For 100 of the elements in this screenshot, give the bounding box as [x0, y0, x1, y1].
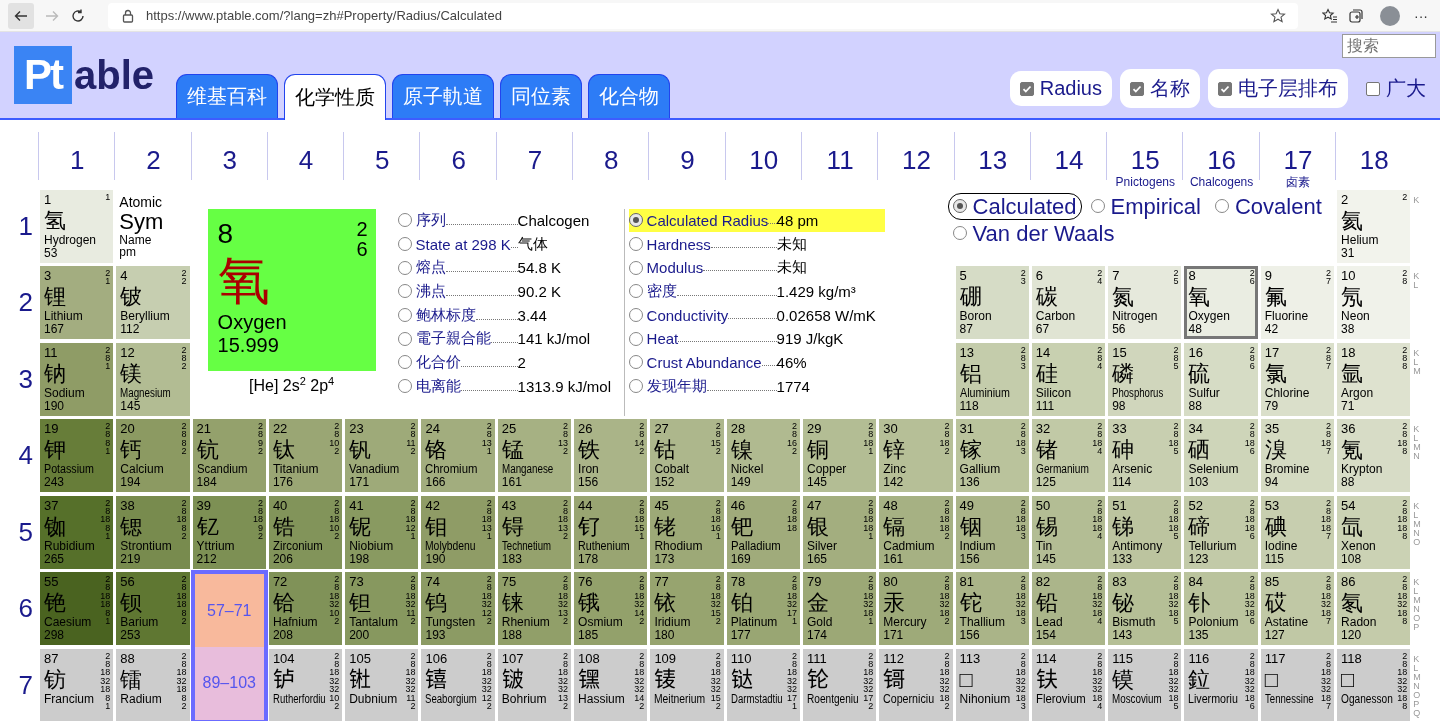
element-tile[interactable]: 19 钾 Potassium 243 2 8 8 1 [40, 419, 114, 492]
property-label[interactable]: 发现年期 [646, 376, 707, 396]
element-tile[interactable]: 32 锗 Germanium 125 2 8 18 4 [1031, 419, 1106, 492]
reload-icon[interactable] [70, 7, 86, 24]
radio-button[interactable] [397, 379, 412, 394]
checkbox[interactable] [1130, 81, 1144, 96]
radius-type-option[interactable]: Empirical [1085, 192, 1206, 220]
property-row[interactable]: 电离能 1313.9 kJ/mol [397, 374, 620, 398]
property-row[interactable]: Crust Abundance 46% [628, 350, 885, 375]
radio-button[interactable] [628, 355, 643, 370]
element-tile[interactable]: 82 铅 Lead 154 2 8 18 32 18 4 [1031, 572, 1106, 645]
checkbox[interactable] [1019, 81, 1034, 96]
element-tile[interactable]: 52 碲 Tellurium 123 2 8 18 18 6 [1184, 495, 1258, 569]
property-label[interactable]: Conductivity [646, 306, 729, 324]
radius-type-option[interactable]: Calculated [947, 192, 1082, 220]
element-tile[interactable]: 20 钙 Calcium 194 2 8 8 2 [116, 419, 190, 492]
property-label[interactable]: 熔点 [415, 258, 446, 278]
back-button[interactable] [8, 2, 34, 29]
element-tile[interactable]: 22 钛 Titanium 176 2 8 10 2 [268, 419, 343, 492]
element-tile[interactable]: 33 砷 Arsenic 114 2 8 18 5 [1108, 419, 1182, 492]
radio-button[interactable] [628, 260, 643, 275]
more-button[interactable]: ··· [1410, 7, 1432, 24]
property-row[interactable]: State at 298 K 气体 [397, 232, 620, 256]
checkbox[interactable] [1366, 81, 1380, 96]
checkbox[interactable] [1218, 81, 1232, 96]
profile-avatar[interactable] [1380, 5, 1400, 26]
radio-button[interactable] [628, 379, 643, 394]
element-tile[interactable]: 30 锌 Zinc 142 2 8 18 2 [879, 419, 953, 492]
tab[interactable]: 原子軌道 [392, 74, 495, 118]
tab[interactable]: 化合物 [588, 74, 671, 118]
element-tile[interactable]: 26 铁 Iron 156 2 8 14 2 [574, 419, 648, 492]
element-tile[interactable]: 4 铍 Beryllium 112 2 2 [116, 266, 190, 339]
radio-button[interactable] [628, 308, 643, 323]
property-label[interactable]: 鲍林标度 [415, 305, 476, 325]
radio-button[interactable] [397, 355, 412, 370]
radio-button[interactable] [397, 331, 412, 346]
element-tile[interactable]: 1 氢 Hydrogen 53 1 [40, 189, 114, 263]
search-field[interactable]: 搜索 [1342, 34, 1436, 58]
element-tile[interactable]: 83 铋 Bismuth 143 2 8 18 32 18 5 [1108, 572, 1182, 645]
property-label[interactable]: Calculated Radius [646, 211, 769, 229]
element-tile[interactable]: 13 铝 Aluminium 118 2 8 3 [955, 342, 1029, 416]
element-tile[interactable]: 7 氮 Nitrogen 56 2 5 [1108, 266, 1182, 339]
element-tile[interactable]: 14 硅 Silicon 111 2 8 4 [1031, 342, 1106, 416]
tab[interactable]: 同位素 [500, 74, 583, 118]
property-row[interactable]: 熔点 54.8 K [397, 255, 620, 280]
element-tile[interactable]: 10 氖 Neon 38 2 8 [1337, 266, 1411, 339]
element-tile[interactable]: 12 镁 Magnesium 145 2 8 2 [116, 342, 190, 416]
property-row[interactable]: Heat 919 J/kgK [628, 326, 885, 351]
radio-button[interactable] [952, 199, 967, 213]
radio-button[interactable] [628, 237, 643, 252]
element-tile[interactable]: 31 镓 Gallium 136 2 8 18 3 [955, 419, 1029, 492]
element-tile[interactable]: 34 硒 Selenium 103 2 8 18 6 [1184, 419, 1258, 492]
radio-button[interactable] [397, 308, 412, 323]
tab[interactable]: 化学性质 [284, 74, 387, 120]
element-tile[interactable]: 27 钴 Cobalt 152 2 8 15 2 [650, 419, 724, 492]
element-tile[interactable]: 43 锝 Technetium 183 2 8 18 13 2 [497, 495, 572, 569]
radio-button[interactable] [397, 213, 412, 228]
logo-mark[interactable]: Pt [14, 46, 72, 104]
checkbox-option[interactable]: Radius [1009, 71, 1112, 106]
element-tile[interactable]: 37 铷 Rubidium 265 2 8 18 8 1 [40, 495, 114, 569]
favorites-icon[interactable] [1322, 7, 1338, 24]
radio-button[interactable] [397, 237, 412, 252]
property-row[interactable]: 沸点 90.2 K [397, 279, 620, 304]
property-label[interactable]: Heat [646, 330, 679, 348]
element-tile[interactable]: 88 镭 Radium 2 8 18 32 18 8 2 [116, 648, 190, 721]
property-row[interactable]: 发现年期 1774 [628, 374, 885, 398]
element-tile[interactable]: 24 铬 Chromium 166 2 8 13 1 [421, 419, 495, 492]
element-tile[interactable]: 50 锡 Tin 145 2 8 18 18 4 [1031, 495, 1106, 569]
property-label[interactable]: 电离能 [415, 376, 461, 396]
property-label[interactable]: State at 298 K [415, 235, 511, 253]
tab[interactable]: 维基百科 [176, 74, 279, 118]
element-tile[interactable]: 21 钪 Scandium 184 2 8 9 2 [192, 419, 266, 492]
radio-button[interactable] [628, 284, 643, 299]
element-tile[interactable]: 38 锶 Strontium 219 2 8 18 8 2 [116, 495, 190, 569]
element-tile[interactable]: 56 钡 Barium 253 2 8 18 18 8 2 [116, 572, 190, 645]
element-tile[interactable]: 51 锑 Antimony 133 2 8 18 18 5 [1108, 495, 1182, 569]
element-tile[interactable]: 54 氙 Xenon 108 2 8 18 18 8 [1337, 495, 1411, 569]
property-row[interactable]: Modulus 未知 [628, 255, 885, 280]
element-tile[interactable]: 39 钇 Yttrium 212 2 8 18 9 2 [192, 495, 266, 569]
element-tile[interactable]: 42 钼 Molybdenu 190 2 8 18 13 1 [421, 495, 495, 569]
element-tile[interactable]: 15 磷 Phosphorus 98 2 8 5 [1108, 342, 1182, 416]
element-tile[interactable]: 11 钠 Sodium 190 2 8 1 [40, 342, 114, 416]
element-tile[interactable]: 48 镉 Cadmium 161 2 8 18 18 2 [879, 495, 953, 569]
element-tile[interactable]: 86 氡 Radon 120 2 8 18 32 18 8 [1337, 572, 1411, 645]
element-tile[interactable]: 2 氦 Helium 31 2 [1337, 189, 1411, 263]
element-tile[interactable]: 41 铌 Niobium 198 2 8 18 12 1 [345, 495, 419, 569]
element-tile[interactable]: 28 镍 Nickel 149 2 8 16 2 [726, 419, 800, 492]
property-row[interactable]: 密度 1.429 kg/m³ [628, 279, 885, 304]
logo-text[interactable]: able [74, 53, 155, 98]
element-tile[interactable]: 81 铊 Thallium 156 2 8 18 32 18 3 [955, 572, 1029, 645]
radio-button[interactable] [1215, 199, 1229, 213]
element-tile[interactable]: 6 碳 Carbon 67 2 4 [1031, 266, 1106, 339]
star-icon[interactable] [1270, 7, 1286, 24]
property-label[interactable]: Hardness [646, 235, 711, 253]
element-tile[interactable]: 5 硼 Boron 87 2 3 [955, 266, 1029, 339]
radius-type-option[interactable]: Van der Waals [947, 219, 1120, 247]
property-label[interactable]: Crust Abundance [646, 353, 762, 371]
radio-button[interactable] [397, 260, 412, 275]
radio-button[interactable] [952, 226, 967, 240]
collections-icon[interactable] [1348, 7, 1364, 24]
